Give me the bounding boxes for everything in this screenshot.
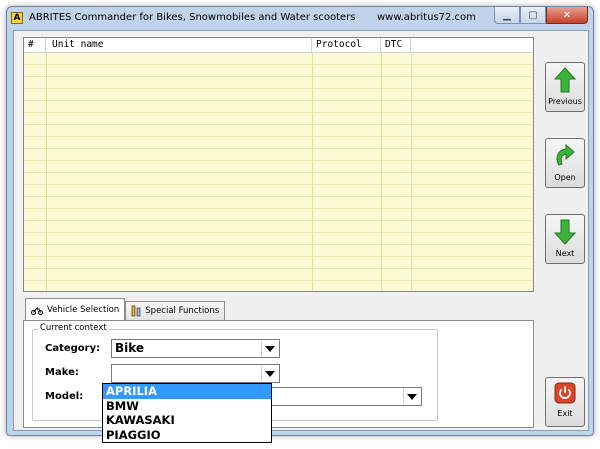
- make-label: Make:: [45, 367, 79, 378]
- exit-label: Exit: [557, 409, 573, 418]
- window-title: ABRITES Commander for Bikes, Snowmobiles…: [29, 12, 356, 23]
- arrow-up-icon: [554, 67, 576, 93]
- make-option-aprilia[interactable]: APRILIA: [103, 384, 271, 399]
- current-context-legend: Current context: [38, 323, 109, 333]
- category-label: Category:: [45, 343, 101, 354]
- minimize-icon: ▁: [503, 9, 511, 21]
- model-label: Model:: [45, 391, 84, 402]
- grid-divider: [381, 53, 382, 291]
- column-header-number[interactable]: #: [24, 38, 46, 53]
- category-value: Bike: [115, 341, 145, 355]
- units-grid[interactable]: # Unit name Protocol DTC: [23, 37, 534, 292]
- next-label: Next: [555, 249, 575, 258]
- tab-special-functions-label: Special Functions: [145, 306, 220, 316]
- exit-button[interactable]: Exit: [545, 377, 585, 427]
- chevron-down-icon[interactable]: [261, 341, 278, 356]
- grid-header: # Unit name Protocol DTC: [24, 38, 533, 53]
- motorbike-icon: [31, 306, 43, 315]
- client-area: # Unit name Protocol DTC Previous Open N…: [13, 30, 589, 431]
- arrow-down-icon: [554, 219, 576, 245]
- tab-special-functions[interactable]: Special Functions: [125, 301, 226, 320]
- grid-divider: [411, 53, 412, 291]
- window-url: www.abritus72.com: [377, 12, 476, 23]
- chevron-down-icon[interactable]: [403, 389, 420, 404]
- minimize-button[interactable]: ▁: [494, 7, 520, 24]
- tools-icon: [131, 305, 141, 317]
- make-option-bmw[interactable]: BMW: [103, 399, 271, 414]
- column-header-dtc[interactable]: DTC: [381, 38, 411, 53]
- tab-vehicle-selection-label: Vehicle Selection: [47, 305, 120, 315]
- column-header-unit-name[interactable]: Unit name: [46, 38, 312, 53]
- tab-vehicle-selection[interactable]: Vehicle Selection: [25, 298, 126, 321]
- close-icon: ✕: [562, 9, 572, 21]
- make-select[interactable]: [111, 364, 280, 383]
- close-button[interactable]: ✕: [546, 7, 588, 24]
- make-option-piaggio[interactable]: PIAGGIO: [103, 428, 271, 443]
- maximize-icon: ▢: [528, 9, 538, 21]
- vehicle-selection-panel: Current context Category: Bike Make: Mod…: [23, 320, 534, 428]
- make-dropdown-list: APRILIA BMW KAWASAKI PIAGGIO: [102, 383, 272, 443]
- column-header-protocol[interactable]: Protocol: [312, 38, 381, 53]
- window-controls: ▁ ▢ ✕: [494, 7, 588, 25]
- chevron-down-icon[interactable]: [261, 366, 278, 381]
- title-bar[interactable]: A ABRITES Commander for Bikes, Snowmobil…: [7, 7, 593, 31]
- next-button[interactable]: Next: [545, 214, 585, 264]
- open-button[interactable]: Open: [545, 138, 585, 188]
- previous-button[interactable]: Previous: [545, 62, 585, 112]
- grid-divider: [312, 53, 313, 291]
- previous-label: Previous: [548, 97, 582, 106]
- app-logo-icon: A: [11, 12, 23, 24]
- maximize-button[interactable]: ▢: [520, 7, 546, 24]
- grid-divider: [46, 53, 47, 291]
- make-option-kawasaki[interactable]: KAWASAKI: [103, 413, 271, 428]
- open-arrow-icon: [556, 143, 575, 166]
- power-icon: [554, 382, 576, 404]
- tab-strip: Vehicle Selection Special Functions: [25, 298, 226, 321]
- category-select[interactable]: Bike: [111, 339, 280, 358]
- app-window: A ABRITES Commander for Bikes, Snowmobil…: [6, 6, 594, 436]
- open-label: Open: [554, 173, 576, 182]
